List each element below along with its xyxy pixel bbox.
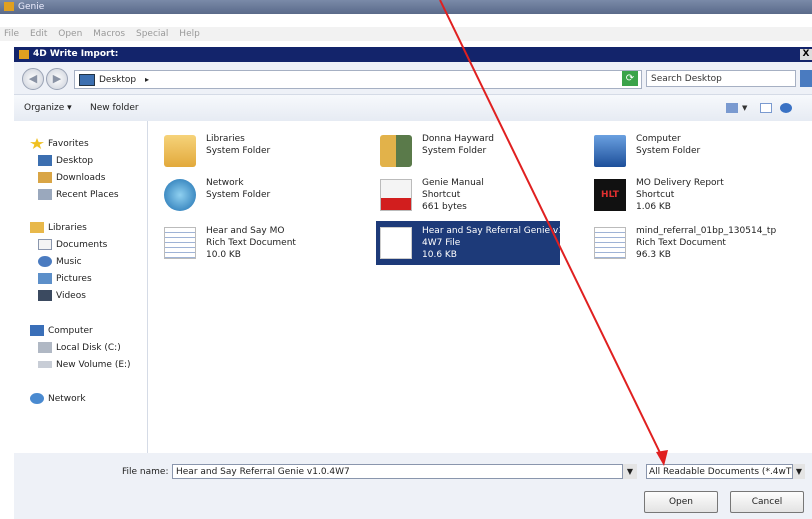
search-input[interactable]: Search Desktop xyxy=(646,70,796,87)
pictures-icon xyxy=(38,273,52,284)
menu-file[interactable]: File xyxy=(4,29,19,39)
network-icon xyxy=(164,179,196,211)
close-button[interactable]: X xyxy=(800,49,812,60)
dialog-title-bar: 4D Write Import: X xyxy=(14,47,812,62)
address-location: Desktop xyxy=(99,75,137,85)
open-button[interactable]: Open xyxy=(644,491,718,513)
nav-item-pictures[interactable]: Pictures xyxy=(38,272,92,286)
navigation-bar: ◀ ▶ Desktop ▸ ▼ ⟳ Search Desktop xyxy=(14,62,812,94)
file-item-hear-and-say-mo[interactable]: Hear and Say MO Rich Text Document 10.0 KB xyxy=(160,221,344,265)
computer-icon xyxy=(594,135,626,167)
computer-icon xyxy=(30,325,44,336)
nav-item-downloads[interactable]: Downloads xyxy=(38,171,105,185)
file-item-computer[interactable]: Computer System Folder xyxy=(590,129,774,173)
user-folder-icon xyxy=(380,135,412,167)
desktop-icon xyxy=(79,74,95,86)
chevron-down-icon[interactable]: ▼ xyxy=(792,464,805,479)
videos-icon xyxy=(38,290,52,301)
app-icon xyxy=(4,2,14,11)
chevron-right-icon[interactable]: ▸ xyxy=(145,75,149,84)
downloads-icon xyxy=(38,172,52,183)
menu-macros[interactable]: Macros xyxy=(93,29,125,39)
report-shortcut-icon: HLT xyxy=(594,179,626,211)
refresh-icon[interactable]: ⟳ xyxy=(622,71,638,86)
navigation-pane: Favorites Desktop Downloads Recent Place… xyxy=(14,121,148,453)
app-title-bar: Genie xyxy=(0,0,812,14)
cancel-button[interactable]: Cancel xyxy=(730,491,804,513)
dialog-footer: File name: Hear and Say Referral Genie v… xyxy=(14,453,812,519)
search-icon[interactable] xyxy=(800,70,812,87)
organize-button[interactable]: Organize ▾ xyxy=(24,95,72,121)
file-name-label: File name: xyxy=(122,467,169,477)
recent-places-icon xyxy=(38,189,52,200)
app-title: Genie xyxy=(18,2,45,12)
view-options-icon[interactable] xyxy=(726,103,738,113)
network-icon xyxy=(30,393,44,404)
star-icon xyxy=(30,138,44,149)
file-list: Libraries System Folder Donna Hayward Syst… xyxy=(148,121,812,453)
nav-item-music[interactable]: Music xyxy=(38,255,82,269)
documents-icon xyxy=(38,239,52,250)
file-item-donna-hayward[interactable]: Donna Hayward System Folder xyxy=(376,129,560,173)
nav-libraries[interactable]: Libraries xyxy=(30,221,87,235)
nav-item-videos[interactable]: Videos xyxy=(38,289,86,303)
help-icon[interactable] xyxy=(780,103,792,113)
dialog-icon xyxy=(19,50,29,59)
address-bar[interactable]: Desktop ▸ ▼ xyxy=(74,70,642,89)
nav-favorites[interactable]: Favorites xyxy=(30,137,89,151)
file-item-libraries[interactable]: Libraries System Folder xyxy=(160,129,344,173)
rtf-icon xyxy=(594,227,626,259)
open-file-dialog: ◀ ▶ Desktop ▸ ▼ ⟳ Search Desktop Organiz… xyxy=(14,62,812,519)
new-folder-button[interactable]: New folder xyxy=(90,95,139,121)
menu-open[interactable]: Open xyxy=(58,29,82,39)
file-item-network[interactable]: Network System Folder xyxy=(160,173,344,217)
menu-bar: File Edit Open Macros Special Help xyxy=(0,27,812,41)
desktop-icon xyxy=(38,155,52,166)
file-item-mo-delivery-report[interactable]: HLT MO Delivery Report Shortcut 1.06 KB xyxy=(590,173,774,217)
menu-edit[interactable]: Edit xyxy=(30,29,47,39)
nav-item-local-disk[interactable]: Local Disk (C:) xyxy=(38,341,121,355)
back-button[interactable]: ◀ xyxy=(22,68,44,90)
file-item-genie-manual[interactable]: Genie Manual Shortcut 661 bytes xyxy=(376,173,560,217)
disk-icon xyxy=(38,342,52,353)
menu-help[interactable]: Help xyxy=(179,29,200,39)
nav-item-recent-places[interactable]: Recent Places xyxy=(38,188,119,202)
libraries-icon xyxy=(30,222,44,233)
file-type-select[interactable]: All Readable Documents (*.4wT xyxy=(646,464,804,479)
nav-network[interactable]: Network xyxy=(30,392,86,406)
file-item-mind-referral[interactable]: mind_referral_01bp_130514_tp Rich Text Do… xyxy=(590,221,776,265)
disk-icon xyxy=(38,361,52,368)
menu-special[interactable]: Special xyxy=(136,29,168,39)
chevron-down-icon[interactable]: ▼ xyxy=(742,103,754,113)
content-area: Favorites Desktop Downloads Recent Place… xyxy=(14,121,812,453)
forward-button[interactable]: ▶ xyxy=(46,68,68,90)
toolbar: Organize ▾ New folder ▼ xyxy=(14,94,812,122)
rtf-icon xyxy=(164,227,196,259)
chevron-down-icon[interactable]: ▼ xyxy=(622,464,637,479)
music-icon xyxy=(38,256,52,267)
nav-item-documents[interactable]: Documents xyxy=(38,238,107,252)
preview-pane-icon[interactable] xyxy=(760,103,772,113)
nav-computer[interactable]: Computer xyxy=(30,324,93,338)
pdf-shortcut-icon xyxy=(380,179,412,211)
file-icon xyxy=(380,227,412,259)
folder-icon xyxy=(164,135,196,167)
dialog-title: 4D Write Import: xyxy=(33,49,119,59)
nav-item-new-volume[interactable]: New Volume (E:) xyxy=(38,358,131,372)
file-item-hear-and-say-referral-genie[interactable]: Hear and Say Referral Genie v1.0.4W7 4W7 … xyxy=(376,221,596,265)
nav-item-desktop[interactable]: Desktop xyxy=(38,154,93,168)
file-name-field[interactable]: Hear and Say Referral Genie v1.0.4W7 xyxy=(172,464,636,479)
